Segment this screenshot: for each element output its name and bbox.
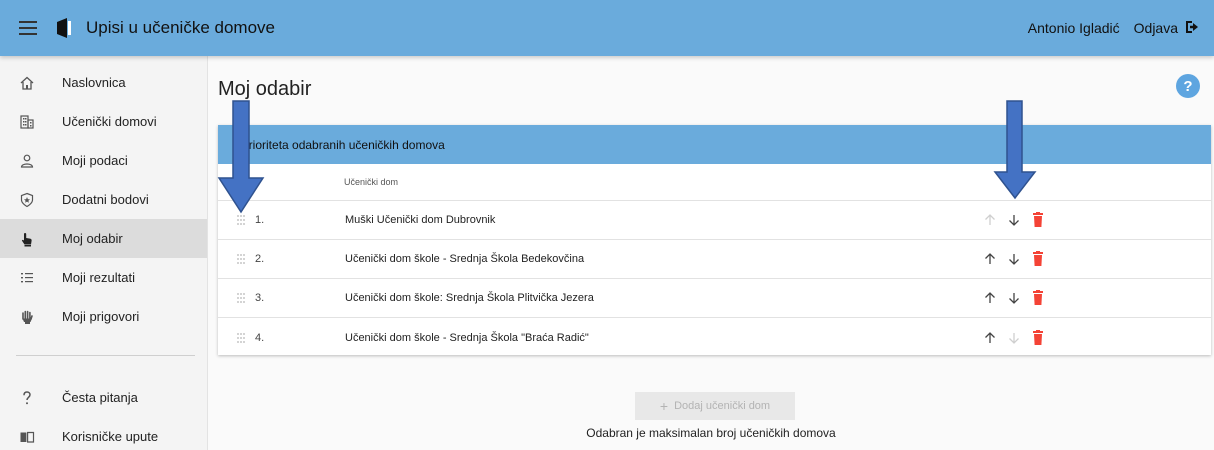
add-dom-button[interactable]: + Dodaj učenički dom <box>635 392 795 420</box>
sidebar-item-label: Moji prigovori <box>62 309 140 324</box>
drag-handle-icon[interactable] <box>236 253 246 265</box>
logout-icon <box>1184 19 1200 38</box>
sidebar: Naslovnica Učenički domovi Moji podaci D… <box>0 56 208 450</box>
drag-handle-icon[interactable] <box>236 214 246 226</box>
logout-button[interactable]: Odjava <box>1134 19 1200 38</box>
sidebar-item-label: Učenički domovi <box>62 114 157 129</box>
hand-raise-icon <box>18 308 36 326</box>
annotation-arrow-down-icon <box>217 100 265 214</box>
delete-icon[interactable] <box>1027 327 1049 349</box>
table-row: 3. Učenički dom škole: Srednja Škola Pli… <box>218 279 1211 318</box>
drag-handle-icon[interactable] <box>236 292 246 304</box>
row-dom-name: Učenički dom škole - Srednja Škola Bedek… <box>345 253 585 265</box>
sidebar-item-moji-rezultati[interactable]: Moji rezultati <box>0 258 207 297</box>
book-icon <box>18 428 36 446</box>
table-header: Učenički dom <box>218 164 1211 201</box>
top-app-bar: Upisi u učeničke domove Antonio Igladić … <box>0 0 1214 56</box>
shield-star-icon <box>18 191 36 209</box>
column-header-ucenicki-dom: Učenički dom <box>344 177 399 187</box>
card-header: a prioriteta odabranih učeničkih domova <box>218 125 1211 164</box>
row-rank: 2. <box>255 253 265 265</box>
sidebar-item-label: Moji podaci <box>62 153 128 168</box>
row-dom-name: Muški Učenički dom Dubrovnik <box>345 214 496 226</box>
sidebar-divider <box>16 355 195 356</box>
help-button[interactable]: ? <box>1176 74 1200 98</box>
hand-pointer-icon <box>18 230 36 248</box>
move-down-icon[interactable] <box>1003 287 1025 309</box>
move-up-icon[interactable] <box>979 287 1001 309</box>
move-up-icon[interactable] <box>979 248 1001 270</box>
question-icon <box>18 389 36 407</box>
delete-icon[interactable] <box>1027 287 1049 309</box>
move-down-icon[interactable] <box>1003 248 1025 270</box>
sidebar-item-ucenicki-domovi[interactable]: Učenički domovi <box>0 102 207 141</box>
drag-handle-icon[interactable] <box>236 332 246 344</box>
app-logo-icon <box>52 16 76 40</box>
page-title: Moj odabir <box>218 78 312 100</box>
plus-icon: + <box>659 398 669 414</box>
sidebar-item-label: Moji rezultati <box>62 270 135 285</box>
hamburger-menu-icon[interactable] <box>8 8 48 48</box>
person-icon <box>18 152 36 170</box>
list-icon <box>18 269 36 287</box>
sidebar-item-cesta-pitanja[interactable]: Česta pitanja <box>0 378 207 417</box>
main-content: Moj odabir ? a prioriteta odabranih učen… <box>208 56 1214 450</box>
sidebar-item-label: Moj odabir <box>62 231 123 246</box>
building-icon <box>18 113 36 131</box>
row-dom-name: Učenički dom škole - Srednja Škola "Brać… <box>345 331 589 344</box>
app-title: Upisi u učeničke domove <box>86 18 275 37</box>
table-row: 2. Učenički dom škole - Srednja Škola Be… <box>218 240 1211 279</box>
user-name: Antonio Igladić <box>1027 20 1120 36</box>
sidebar-item-label: Česta pitanja <box>62 390 138 405</box>
move-down-icon[interactable] <box>1003 327 1025 349</box>
home-icon <box>18 74 36 92</box>
move-down-icon[interactable] <box>1003 209 1025 231</box>
sidebar-item-moj-odabir[interactable]: Moj odabir <box>0 219 207 258</box>
table-row: 4. Učenički dom škole - Srednja Škola "B… <box>218 318 1211 357</box>
move-up-icon[interactable] <box>979 327 1001 349</box>
row-rank: 4. <box>255 331 265 344</box>
add-dom-label: Dodaj učenički dom <box>674 400 771 412</box>
row-rank: 3. <box>255 292 265 304</box>
delete-icon[interactable] <box>1027 209 1049 231</box>
table-row: 1. Muški Učenički dom Dubrovnik <box>218 201 1211 240</box>
sidebar-item-korisnicke-upute[interactable]: Korisničke upute <box>0 417 207 450</box>
row-dom-name: Učenički dom škole: Srednja Škola Plitvi… <box>345 292 594 304</box>
priority-list-card: a prioriteta odabranih učeničkih domova … <box>218 125 1211 355</box>
move-up-icon[interactable] <box>979 209 1001 231</box>
sidebar-item-naslovnica[interactable]: Naslovnica <box>0 63 207 102</box>
max-selection-message: Odabran je maksimalan broj učeničkih dom… <box>586 426 836 440</box>
delete-icon[interactable] <box>1027 248 1049 270</box>
sidebar-item-dodatni-bodovi[interactable]: Dodatni bodovi <box>0 180 207 219</box>
sidebar-item-label: Dodatni bodovi <box>62 192 149 207</box>
annotation-arrow-down-icon <box>993 100 1037 200</box>
sidebar-item-label: Korisničke upute <box>62 429 159 444</box>
sidebar-item-moji-podaci[interactable]: Moji podaci <box>0 141 207 180</box>
sidebar-item-moji-prigovori[interactable]: Moji prigovori <box>0 297 207 336</box>
row-rank: 1. <box>255 214 265 226</box>
sidebar-item-label: Naslovnica <box>62 75 126 90</box>
logout-label: Odjava <box>1133 20 1178 36</box>
